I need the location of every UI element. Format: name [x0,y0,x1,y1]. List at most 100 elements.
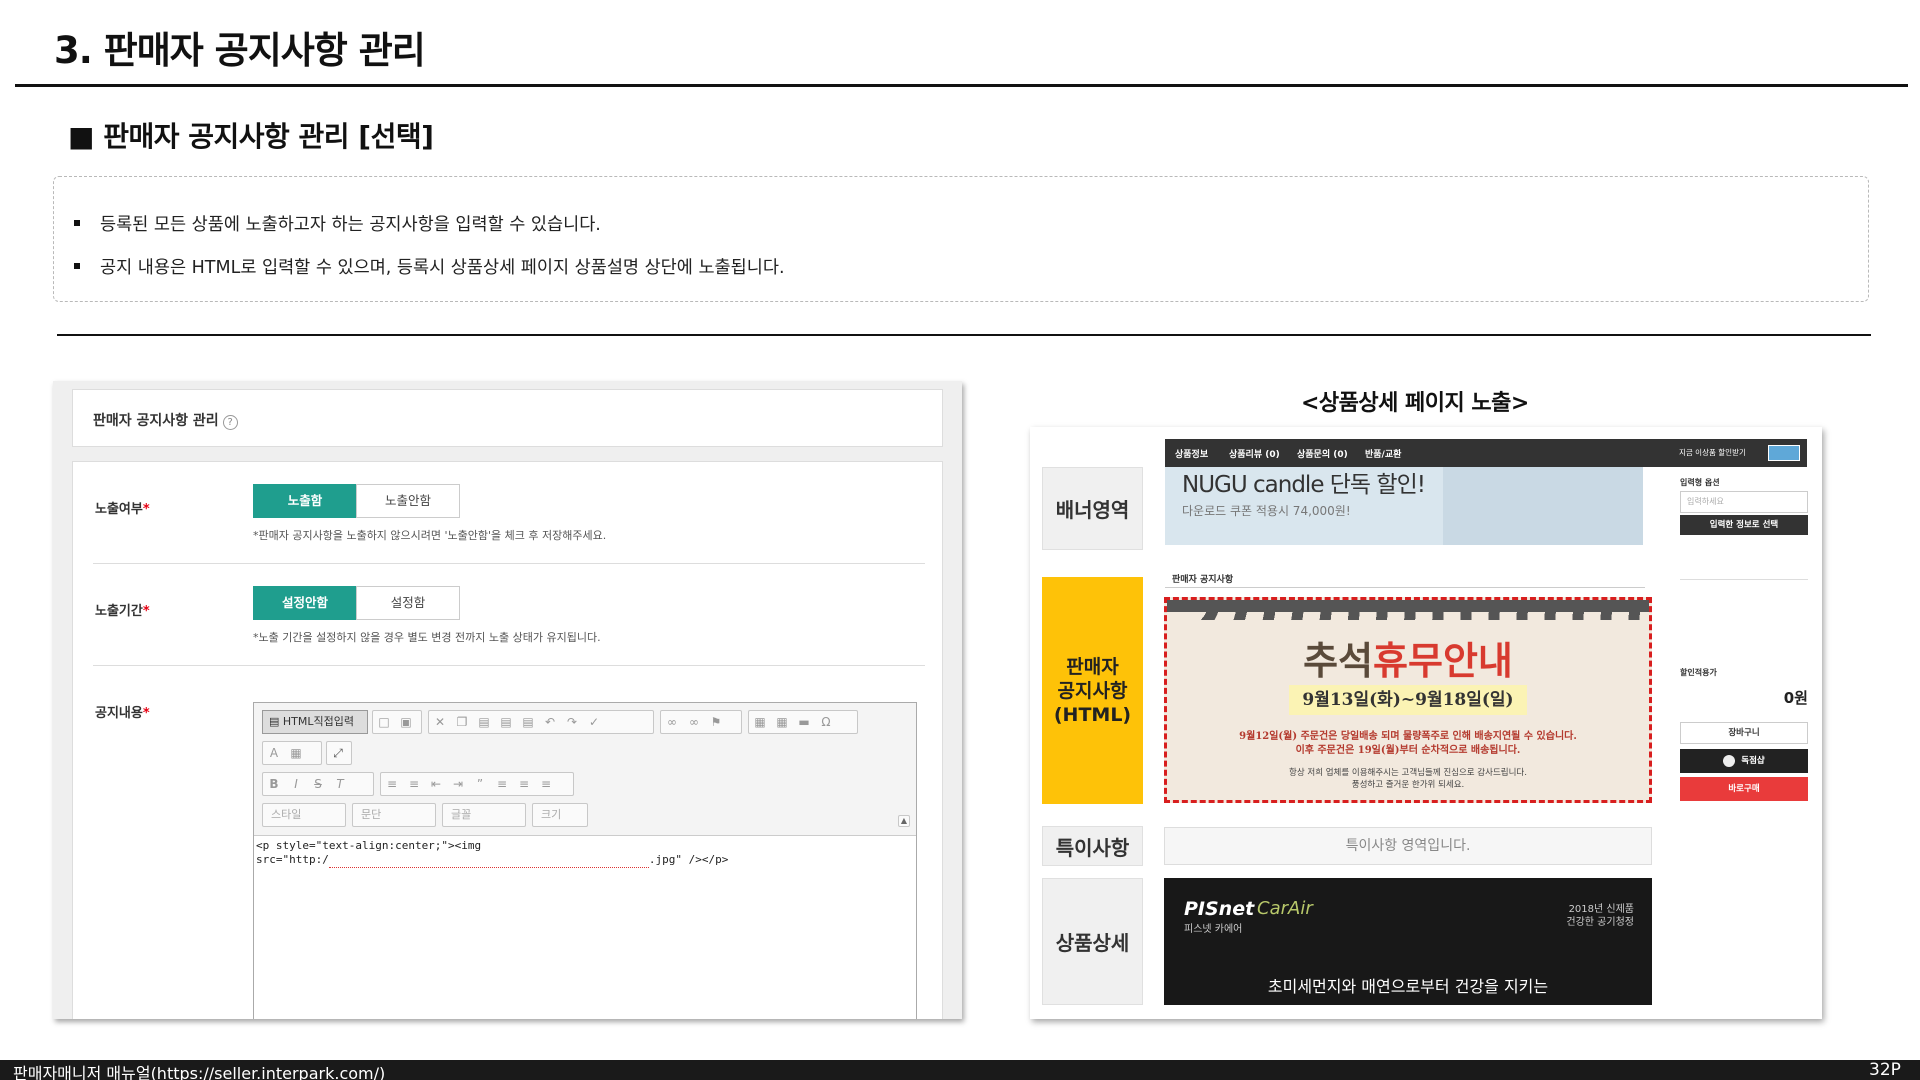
editor-link-group: ∞ ∞ ⚑ [660,710,742,734]
align-left-icon[interactable]: ≡ [491,773,513,795]
hr-icon[interactable]: ▬ [793,711,815,733]
image-icon[interactable]: ▦ [749,711,771,733]
notice-date: 9월13일(화)~9월18일(일) [1289,685,1527,715]
label-special-notes: 특이사항 [1042,826,1143,866]
tab-product-info[interactable]: 상품정보 [1175,447,1208,460]
product-tab-bar: 상품정보 상품리뷰 (0) 상품문의 (0) 반품/교환 지금 이상품 할인받기 [1165,439,1807,467]
tab-return[interactable]: 반품/교환 [1365,447,1401,460]
special-char-icon[interactable]: Ω [815,711,837,733]
total-value: 0원 [1783,689,1808,707]
new-doc-icon[interactable]: □ [373,711,395,733]
style-dropdown[interactable]: 스타일 [262,803,346,827]
indent-icon[interactable]: ⇥ [447,773,469,795]
divider [93,563,925,564]
purchase-sidebar: 입력형 옵션 입력하세요 입력한 정보로 선택 할인적용가 0원 장바구니 독점… [1670,467,1808,847]
outdent-icon[interactable]: ⇤ [425,773,447,795]
roof-tiles [1167,600,1649,620]
option-label: 입력형 옵션 [1680,478,1720,487]
period-hint: *노출 기간을 설정하지 않을 경우 별도 변경 전까지 노출 상태가 유지됩니… [253,631,601,644]
period-on-button[interactable]: 설정함 [356,586,460,620]
option-input[interactable]: 입력하세요 [1680,491,1808,513]
option-confirm-button[interactable]: 입력한 정보로 선택 [1680,515,1808,535]
banner-headline: NUGU candle 단독 할인! [1182,472,1426,498]
preview-icon[interactable]: ▣ [395,711,417,733]
detail-brand-sub: CarAir [1257,898,1313,919]
tab-reviews[interactable]: 상품리뷰 (0) [1229,447,1280,460]
admin-form-title: 판매자 공지사항 관리? [93,410,238,430]
admin-form-screenshot: 판매자 공지사항 관리? 노출여부* 노출함 노출안함 *판매자 공지사항을 노… [53,381,962,1019]
bullet-list-icon[interactable]: ≡ [403,773,425,795]
bg-color-icon[interactable]: ▦ [285,742,307,764]
admin-form-header: 판매자 공지사항 관리? [72,389,943,447]
table-icon[interactable]: ▦ [771,711,793,733]
redacted-url: . [328,853,649,868]
bold-icon[interactable]: B [263,773,285,795]
notice-headline: 추석휴무안내 [1303,638,1513,683]
copy-icon[interactable]: ❐ [451,711,473,733]
html-direct-input-button[interactable]: ▤ HTML직접입력 [262,710,368,734]
italic-icon[interactable]: I [285,773,307,795]
editor-paragraph-group: ≡ ≡ ⇤ ⇥” ≡ ≡ ≡ [380,772,574,796]
notice-section-label: 판매자 공지사항 [1172,575,1234,585]
link-icon[interactable]: ∞ [661,711,683,733]
required-mark: * [142,502,150,517]
exposure-label: 노출여부* [95,502,150,517]
remove-format-icon[interactable]: T [329,773,351,795]
exposure-on-button[interactable]: 노출함 [253,484,357,518]
paste-icon[interactable]: ▤ [473,711,495,733]
paste-text-icon[interactable]: ▤ [495,711,517,733]
redo-icon[interactable]: ↷ [561,711,583,733]
strike-icon[interactable]: S [307,773,329,795]
editor-edit-group: ✕ ❐ ▤ ▤ ▤ ↶ ↷ ✓ [428,710,654,734]
description-text: 공지 내용은 HTML로 입력할 수 있으며, 등록시 상품상세 페이지 상품설… [100,258,785,278]
title-divider [15,84,1908,87]
maximize-icon[interactable]: ⤢ [327,742,349,764]
required-mark: * [142,706,150,721]
admin-form-body: 노출여부* 노출함 노출안함 *판매자 공지사항을 노출하지 않으시려면 '노출… [72,461,943,1019]
cut-icon[interactable]: ✕ [429,711,451,733]
detail-main-text: 초미세먼지와 매연으로부터 건강을 지키는 [1267,977,1549,996]
nav-discount-button[interactable] [1768,445,1800,461]
undo-icon[interactable]: ↶ [539,711,561,733]
code-line: <p style="text-align:center;"><img [256,839,482,852]
label-banner-area: 배너영역 [1042,467,1143,550]
blockquote-icon[interactable]: ” [469,773,491,795]
section-title: ■ 판매자 공지사항 관리 [선택] [68,120,434,153]
text-color-icon[interactable]: A [263,742,285,764]
html-code-area[interactable]: <p style="text-align:center;"><img src="… [256,839,728,868]
period-off-button[interactable]: 설정안함 [253,586,357,620]
buy-now-button[interactable]: 바로구매 [1680,777,1808,801]
banner-image: NUGU candle 단독 할인! 다운로드 쿠폰 적용시 74,000원! [1165,467,1643,545]
align-center-icon[interactable]: ≡ [513,773,535,795]
detail-brand: PISnet [1184,898,1255,920]
spellcheck-icon[interactable]: ✓ [583,711,605,733]
label-product-detail: 상품상세 [1042,878,1143,1005]
font-dropdown[interactable]: 글꼴 [442,803,526,827]
notice-line-2: 이후 주문건은 19일(월)부터 순차적으로 배송됩니다. [1295,745,1521,756]
unlink-icon[interactable]: ∞ [683,711,705,733]
product-detail-preview: 배너영역 판매자 공지사항 (HTML) 특이사항 상품상세 상품정보 상품리뷰… [1030,427,1822,1019]
paragraph-dropdown[interactable]: 문단 [352,803,436,827]
paste-word-icon[interactable]: ▤ [517,711,539,733]
exposure-off-button[interactable]: 노출안함 [356,484,460,518]
footer-text: 판매자매니저 매뉴얼(https://seller.interpark.com/… [13,1064,386,1080]
special-notes-box: 특이사항 영역입니다. [1164,827,1652,865]
editor-toolbar: ▤ HTML직접입력 □ ▣ ✕ ❐ ▤ ▤ ▤ ↶ ↷ ✓ ∞ ∞ ⚑ ▦ ▦ ▬ Ω A ▦ ⤢ BIS… [254,703,916,836]
avatar-icon [1723,754,1736,767]
description-item: 공지 내용은 HTML로 입력할 수 있으며, 등록시 상품상세 페이지 상품설… [74,254,785,279]
tab-qna[interactable]: 상품문의 (0) [1297,447,1348,460]
period-label: 노출기간* [95,604,150,619]
gift-button[interactable]: 독점샵 [1680,749,1808,773]
size-dropdown[interactable]: 크기 [532,803,588,827]
collapse-toolbar-icon[interactable]: ▲ [898,815,910,827]
banner-subtext: 다운로드 쿠폰 적용시 74,000원! [1182,504,1351,518]
question-circle-icon[interactable]: ? [222,415,238,430]
ordered-list-icon[interactable]: ≡ [381,773,403,795]
align-right-icon[interactable]: ≡ [535,773,557,795]
editor-doc-group: □ ▣ [372,710,422,734]
anchor-icon[interactable]: ⚑ [705,711,727,733]
divider [93,665,925,666]
cart-button[interactable]: 장바구니 [1680,722,1808,744]
detail-tagline: 2018년 신제품 건강한 공기청정 [1566,904,1634,928]
section-divider [57,334,1871,336]
